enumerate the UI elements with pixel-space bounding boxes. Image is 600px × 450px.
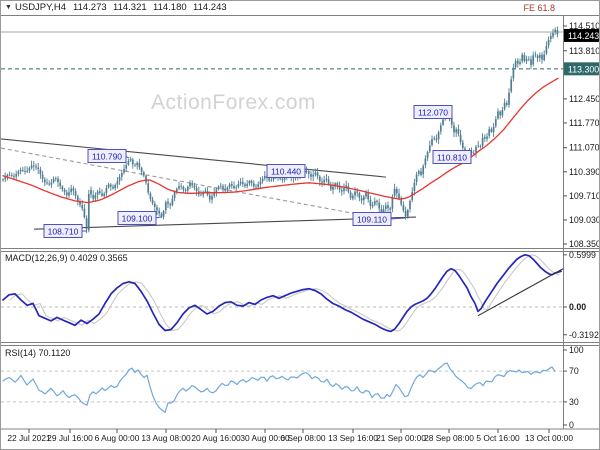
chart-window: ▼ USDJPY,H4 114.273 114.321 114.180 114.… [0,0,600,450]
axis-tick-label: 13 Aug 08:00 [141,433,191,443]
axis-tick-label: 20 Aug 16:00 [191,433,241,443]
axis-tick-label: 0.00 [569,302,586,312]
axis-tick-label: 109.110 [357,215,387,225]
trendline-0[interactable] [1,138,387,178]
axis-tick-label: 70 [569,366,579,376]
axis-tick-label: 112.070 [418,108,448,118]
axis-tick-label: 112.450 [569,94,600,104]
axis-tick-label: 110.810 [437,153,467,163]
axis-tick-label: 113.810 [569,46,600,56]
axis-tick-label: 13 Oct 00:00 [525,433,573,443]
axis-tick-label: 113.300 [568,64,599,74]
axis-tick-label: 30 [569,397,579,407]
axis-tick-label: 100 [569,345,584,355]
quote-high: 114.321 [113,2,147,13]
axis-tick-label: 109.710 [569,191,600,201]
axis-tick-label: 28 Sep 08:00 [424,433,474,443]
axis-tick-label: 111.770 [569,118,600,128]
axis-tick-label: 0 [569,420,574,430]
chart-canvas[interactable]: 110.790 108.710 109.100 110.440 109.110 112.0… [1,1,600,450]
axis-tick-label: 114.243 [568,31,599,41]
axis-tick-label: 110.390 [569,167,600,177]
axis-tick-label: 5 Oct 16:00 [476,433,520,443]
axis-tick-label: 21 Sep 00:00 [376,433,426,443]
quote-header-bar: ▼ USDJPY,H4 114.273 114.321 114.180 114.… [1,1,599,16]
rsi-indicator-label: RSI(14) 70.1120 [5,348,71,358]
fibonacci-extension-label: FE 61.8 [523,3,555,13]
instrument-label: USDJPY,H4 [15,2,67,13]
axis-tick-label: 110.440 [271,167,301,177]
axis-tick-label: -0.3192 [569,330,599,340]
axis-tick-label: 13 Sep 16:00 [328,433,378,443]
quote-close: 114.243 [193,2,227,13]
axis-tick-label: 29 Jul 16:00 [47,433,93,443]
axis-tick-label: 22 Jul 2021 [7,433,51,443]
macd-main-line [2,253,562,333]
symbol-dropdown-icon[interactable]: ▼ [5,4,12,11]
rsi-line [2,362,556,413]
quote-open: 114.273 [73,2,107,13]
axis-tick-label: 110.790 [92,152,122,162]
axis-tick-label: 108.350 [569,239,600,249]
axis-tick-label: 111.070 [569,143,600,153]
axis-tick-label: 109.030 [569,215,600,225]
axis-tick-label: 6 Sep 08:00 [280,433,326,443]
axis-tick-label: 108.710 [48,227,79,237]
axis-tick-label: 6 Aug 00:00 [95,433,140,443]
quote-low: 114.180 [153,2,187,13]
axis-tick-label: 109.100 [122,214,153,224]
axis-tick-label: 0.5999 [569,250,596,260]
macd-indicator-label: MACD(12,26,9) 0.4029 0.3565 [5,253,128,263]
moving-average-line [2,77,559,204]
